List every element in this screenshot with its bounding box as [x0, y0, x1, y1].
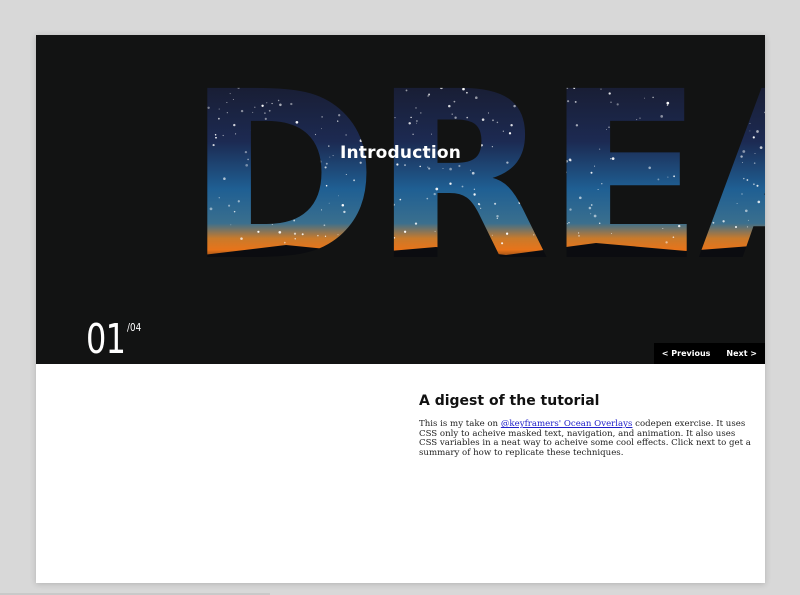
content-heading: A digest of the tutorial	[419, 393, 600, 409]
content-paragraph: This is my take on @keyframers' Ocean Ov…	[419, 419, 754, 458]
paragraph-text-start: This is my take on	[419, 419, 501, 429]
slide-navigation: < Previous Next >	[653, 343, 765, 364]
slide-title: Introduction	[339, 143, 462, 163]
ocean-overlays-link[interactable]: @keyframers' Ocean Overlays	[501, 419, 633, 429]
content-section: A digest of the tutorial This is my take…	[419, 393, 754, 458]
next-button[interactable]: Next >	[718, 343, 765, 364]
slide-card: DREA Introduction 01 /04 < Previous Next…	[36, 35, 765, 583]
total-slides: /04	[127, 321, 142, 334]
hero-section: DREA Introduction 01 /04 < Previous Next…	[36, 35, 765, 364]
current-slide-number: 01	[86, 315, 126, 363]
slide-counter: 01 /04	[86, 315, 141, 363]
masked-text-image: DREA	[186, 74, 765, 265]
previous-button[interactable]: < Previous	[654, 343, 719, 364]
